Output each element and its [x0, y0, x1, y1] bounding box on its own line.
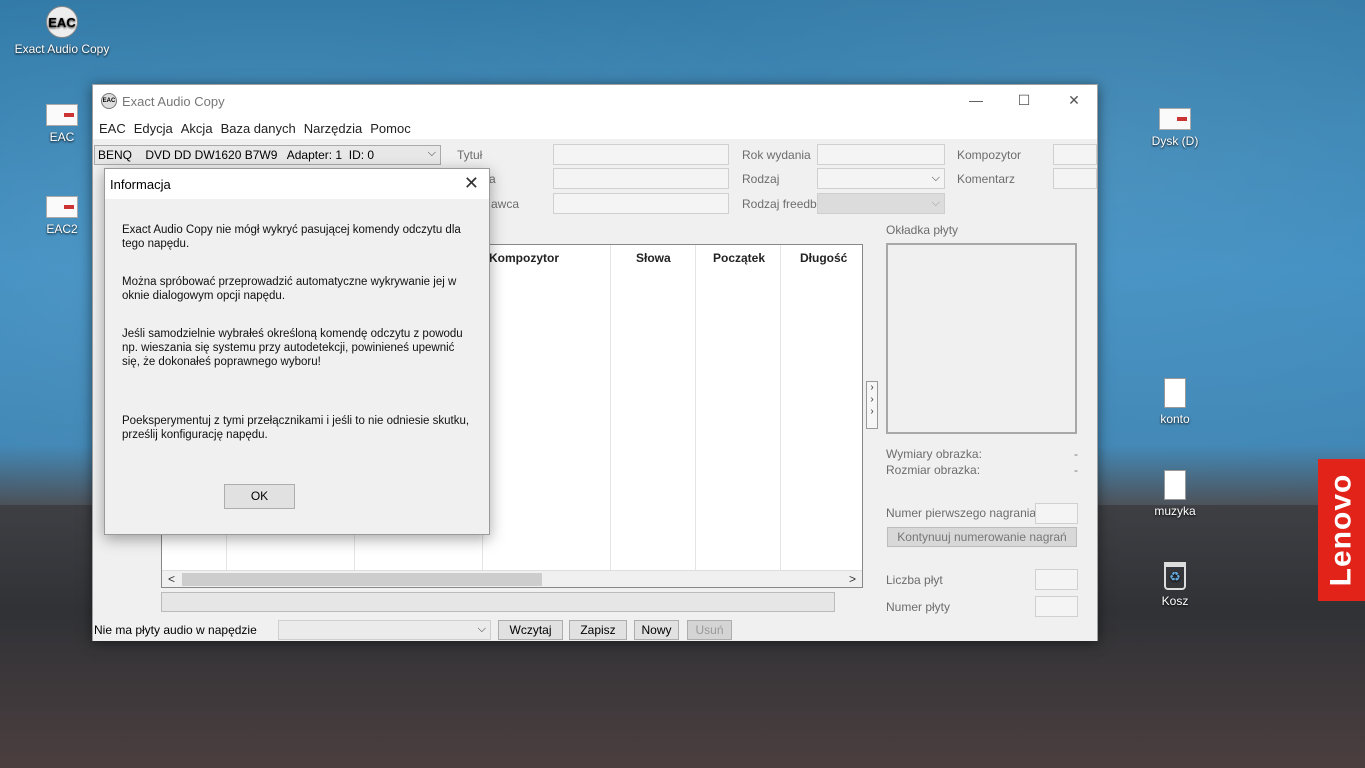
desktop-icon-label: Kosz	[1161, 594, 1189, 608]
save-button[interactable]: Zapisz	[569, 620, 627, 640]
scrollbar-thumb[interactable]	[182, 573, 542, 586]
menu-bar: EAC Edycja Akcja Baza danych Narzędzia P…	[93, 119, 1097, 139]
scroll-left-icon[interactable]: <	[168, 572, 175, 586]
title-bar[interactable]: EAC Exact Audio Copy — ☐ ✕	[93, 85, 1097, 119]
chevron-down-icon: ⌵	[427, 147, 436, 159]
chevron-down-icon: ⌵	[931, 172, 940, 184]
dialog-message-3: Jeśli samodzielnie wybrałeś określoną ko…	[122, 328, 463, 368]
label-komentarz: Komentarz	[957, 172, 1016, 186]
expand-icon: ›	[870, 394, 874, 405]
comment-input[interactable]	[1053, 168, 1097, 189]
performer-input[interactable]	[553, 193, 729, 214]
menu-baza-danych[interactable]: Baza danych	[221, 119, 303, 139]
menu-edycja[interactable]: Edycja	[134, 119, 180, 139]
status-text: Nie ma płyty audio w napędzie	[94, 623, 257, 637]
year-input[interactable]	[817, 144, 945, 165]
artist-input[interactable]	[553, 168, 729, 189]
progress-bar	[161, 592, 835, 612]
desktop-icon-label: muzyka	[1154, 504, 1196, 518]
desktop-icon-muzyka[interactable]: muzyka	[1120, 470, 1230, 518]
column-header-dlugosc[interactable]: Długość	[800, 251, 847, 265]
genre-select[interactable]: ⌵	[817, 168, 945, 189]
menu-narzedzia[interactable]: Narzędzia	[304, 119, 370, 139]
chevron-down-icon: ⌵	[477, 623, 486, 635]
dialog-message-4: Poeksperymentuj z tymi przełącznikami i …	[122, 415, 470, 441]
drive-icon	[46, 196, 78, 218]
label-rok-wydania: Rok wydania	[742, 148, 811, 162]
first-track-label: Numer pierwszego nagrania:	[886, 506, 1040, 520]
scroll-right-icon[interactable]: >	[849, 572, 856, 586]
label-partial-a: a	[489, 172, 496, 186]
desktop-icon-label: Exact Audio Copy	[14, 42, 110, 56]
expand-icon: ›	[870, 406, 874, 417]
maximize-button[interactable]: ☐	[1001, 85, 1047, 115]
dialog-title: Informacja	[110, 177, 171, 192]
disc-count-label: Liczba płyt	[886, 573, 943, 587]
desktop-icon-label: konto	[1160, 412, 1190, 426]
column-divider	[695, 245, 696, 572]
status-bar: Nie ma płyty audio w napędzie ⌵ Wczytaj …	[93, 617, 1097, 641]
label-tytul: Tytuł	[457, 148, 483, 162]
dialog-close-icon[interactable]: ✕	[464, 173, 479, 194]
menu-pomoc[interactable]: Pomoc	[370, 119, 417, 139]
label-rodzaj: Rodzaj	[742, 172, 780, 186]
menu-akcja[interactable]: Akcja	[181, 119, 220, 139]
file-icon	[1164, 378, 1186, 408]
column-divider	[610, 245, 611, 572]
freedb-genre-select[interactable]: ⌵	[817, 193, 945, 214]
drive-select-value: BENQ DVD DD DW1620 B7W9 Adapter: 1 ID: 0	[98, 148, 375, 162]
title-input[interactable]	[553, 144, 729, 165]
info-dialog: Informacja ✕ Exact Audio Copy nie mógł w…	[104, 168, 490, 535]
ok-button[interactable]: OK	[224, 484, 295, 509]
image-dimensions-value: -	[1074, 447, 1078, 461]
disc-number-input[interactable]	[1035, 596, 1078, 617]
label-kompozytor: Kompozytor	[957, 148, 1022, 162]
label-wykonawca: awca	[491, 197, 520, 211]
expand-panel-button[interactable]: › › ›	[866, 381, 878, 429]
window-title: Exact Audio Copy	[122, 94, 225, 109]
image-dimensions-label: Wymiary obrazka:	[886, 447, 982, 461]
drive-icon	[1159, 108, 1191, 130]
column-header-poczatek[interactable]: Początek	[713, 251, 765, 265]
horizontal-scrollbar[interactable]: < >	[162, 570, 862, 587]
minimize-button[interactable]: —	[953, 85, 999, 115]
column-header-kompozytor[interactable]: Kompozytor	[489, 251, 559, 265]
load-button[interactable]: Wczytaj	[498, 620, 563, 640]
dialog-message-1: Exact Audio Copy nie mógł wykryć pasując…	[122, 224, 461, 250]
file-icon	[1164, 470, 1186, 500]
label-rodzaj-freedb: Rodzaj freedb	[742, 197, 817, 211]
desktop-icon-konto[interactable]: konto	[1120, 378, 1230, 426]
recycle-bin-icon: ♻	[1164, 562, 1186, 590]
cover-label: Okładka płyty	[886, 223, 959, 237]
menu-eac[interactable]: EAC	[99, 119, 133, 139]
disc-number-label: Numer płyty	[886, 600, 951, 614]
delete-button[interactable]: Usuń	[687, 620, 732, 640]
dialog-title-bar[interactable]: Informacja ✕	[105, 169, 489, 199]
cover-image[interactable]	[886, 243, 1077, 434]
disc-count-input[interactable]	[1035, 569, 1078, 590]
eac-app-icon: EAC	[46, 6, 78, 38]
new-button[interactable]: Nowy	[634, 620, 679, 640]
desktop-icon-exact-audio-copy[interactable]: EAC Exact Audio Copy	[7, 6, 117, 56]
column-header-slowa[interactable]: Słowa	[636, 251, 671, 265]
composer-input[interactable]	[1053, 144, 1097, 165]
drive-select[interactable]: BENQ DVD DD DW1620 B7W9 Adapter: 1 ID: 0…	[94, 145, 441, 165]
desktop-icon-kosz[interactable]: ♻ Kosz	[1120, 562, 1230, 608]
chevron-down-icon: ⌵	[931, 197, 940, 209]
first-track-input[interactable]	[1035, 503, 1078, 524]
dialog-message-2: Można spróbować przeprowadzić automatycz…	[122, 276, 457, 302]
column-divider	[780, 245, 781, 572]
close-button[interactable]: ✕	[1051, 85, 1097, 115]
image-size-value: -	[1074, 463, 1078, 477]
desktop-icon-label: Dysk (D)	[1151, 134, 1199, 148]
drive-icon	[46, 104, 78, 126]
expand-icon: ›	[870, 382, 874, 393]
image-size-label: Rozmiar obrazka:	[886, 463, 981, 477]
app-icon: EAC	[101, 93, 117, 109]
desktop-icon-dysk-d[interactable]: Dysk (D)	[1120, 108, 1230, 148]
lenovo-logo: Lenovo	[1318, 459, 1365, 601]
continue-numbering-button[interactable]: Kontynuuj numerowanie nagrań	[887, 527, 1077, 547]
profile-select[interactable]: ⌵	[278, 620, 491, 640]
